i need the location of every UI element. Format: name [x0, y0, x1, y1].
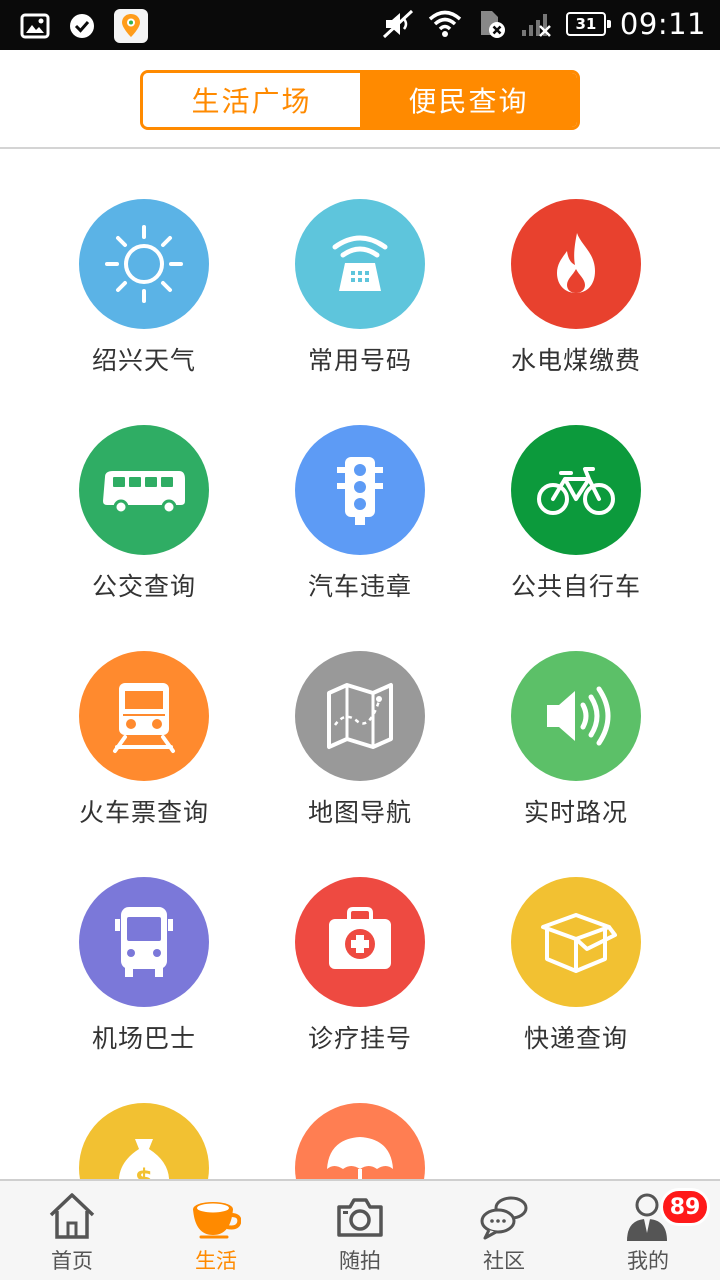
nav-life[interactable]: 生活 — [144, 1181, 288, 1280]
package-icon — [511, 877, 641, 1007]
service-traffic-violation[interactable]: 汽车违章 — [252, 377, 468, 603]
service-label: 常用号码 — [307, 346, 412, 375]
service-label: 水电煤缴费 — [510, 346, 641, 375]
bicycle-icon — [511, 425, 641, 555]
mute-icon — [382, 9, 413, 39]
service-phone-numbers[interactable]: 常用号码 — [252, 151, 468, 377]
tab-label: 便民查询 — [408, 85, 529, 118]
service-weather[interactable]: 绍兴天气 — [36, 151, 252, 377]
nav-snapshot[interactable]: 随拍 — [288, 1181, 432, 1280]
header: 生活广场 便民查询 — [0, 50, 720, 149]
notification-badge: 89 — [660, 1188, 710, 1226]
service-utilities[interactable]: 水电煤缴费 — [468, 151, 684, 377]
nav-community[interactable]: 社区 — [432, 1181, 576, 1280]
gallery-icon — [20, 13, 50, 39]
nav-label: 随拍 — [339, 1249, 381, 1273]
nav-home[interactable]: 首页 — [0, 1181, 144, 1280]
status-bar: 31 09:11 — [0, 0, 720, 50]
service-label: 地图导航 — [307, 798, 412, 827]
sun-icon — [79, 199, 209, 329]
service-label: 汽车违章 — [307, 572, 412, 601]
nav-label: 首页 — [51, 1249, 93, 1273]
service-airport-bus[interactable]: 机场巴士 — [36, 829, 252, 1055]
service-label: 绍兴天气 — [91, 346, 196, 375]
service-label: 诊疗挂号 — [307, 1024, 412, 1053]
battery-level: 31 — [575, 15, 597, 33]
tab-label: 生活广场 — [191, 85, 312, 118]
map-icon — [295, 651, 425, 781]
service-medical-registration[interactable]: 诊疗挂号 — [252, 829, 468, 1055]
camera-icon — [337, 1198, 383, 1237]
bus-icon — [79, 425, 209, 555]
wifi-icon — [428, 10, 462, 37]
services-grid: 绍兴天气 常用号码 水电煤缴费 公交查询 汽车违章 公共自行车 火车票查询 地图… — [0, 151, 720, 1179]
service-label: 机场巴士 — [91, 1024, 196, 1053]
service-public-bicycle[interactable]: 公共自行车 — [468, 377, 684, 603]
service-bus[interactable]: 公交查询 — [36, 377, 252, 603]
bottom-nav: 首页 生活 随拍 社区 我的 — [0, 1179, 720, 1280]
nav-label: 生活 — [195, 1249, 237, 1273]
check-icon — [70, 14, 94, 38]
home-icon — [49, 1193, 95, 1239]
battery-icon: 31 — [565, 12, 611, 36]
service-weather-alert[interactable] — [252, 1055, 468, 1179]
service-map-navigation[interactable]: 地图导航 — [252, 603, 468, 829]
service-label: 公共自行车 — [510, 572, 641, 601]
service-label: 快递查询 — [523, 1024, 628, 1053]
service-live-traffic[interactable]: 实时路况 — [468, 603, 684, 829]
service-label: 公交查询 — [91, 572, 196, 601]
medical-kit-icon — [295, 877, 425, 1007]
signal-icon — [521, 14, 551, 37]
nav-label: 我的 — [627, 1249, 669, 1273]
service-label: 火车票查询 — [78, 798, 209, 827]
umbrella-icon — [295, 1103, 425, 1179]
service-label: 实时路况 — [523, 798, 628, 827]
service-money[interactable]: $ — [36, 1055, 252, 1179]
segmented-control: 生活广场 便民查询 — [140, 70, 580, 130]
status-time: 09:11 — [619, 7, 706, 41]
maps-icon — [114, 9, 148, 43]
svg-text:$: $ — [135, 1164, 153, 1179]
telephone-icon — [295, 199, 425, 329]
train-icon — [79, 651, 209, 781]
tab-convenience-query[interactable]: 便民查询 — [360, 73, 577, 127]
airport-bus-icon — [79, 877, 209, 1007]
traffic-light-icon — [295, 425, 425, 555]
service-express-delivery[interactable]: 快递查询 — [468, 829, 684, 1055]
service-train-ticket[interactable]: 火车票查询 — [36, 603, 252, 829]
tab-life-square[interactable]: 生活广场 — [143, 73, 360, 127]
money-bag-icon: $ — [79, 1103, 209, 1179]
flame-icon — [511, 199, 641, 329]
sim-error-icon — [480, 11, 505, 38]
speaker-icon — [511, 651, 641, 781]
coffee-cup-icon — [193, 1202, 241, 1239]
chat-bubbles-icon — [480, 1196, 528, 1240]
nav-label: 社区 — [483, 1249, 525, 1273]
